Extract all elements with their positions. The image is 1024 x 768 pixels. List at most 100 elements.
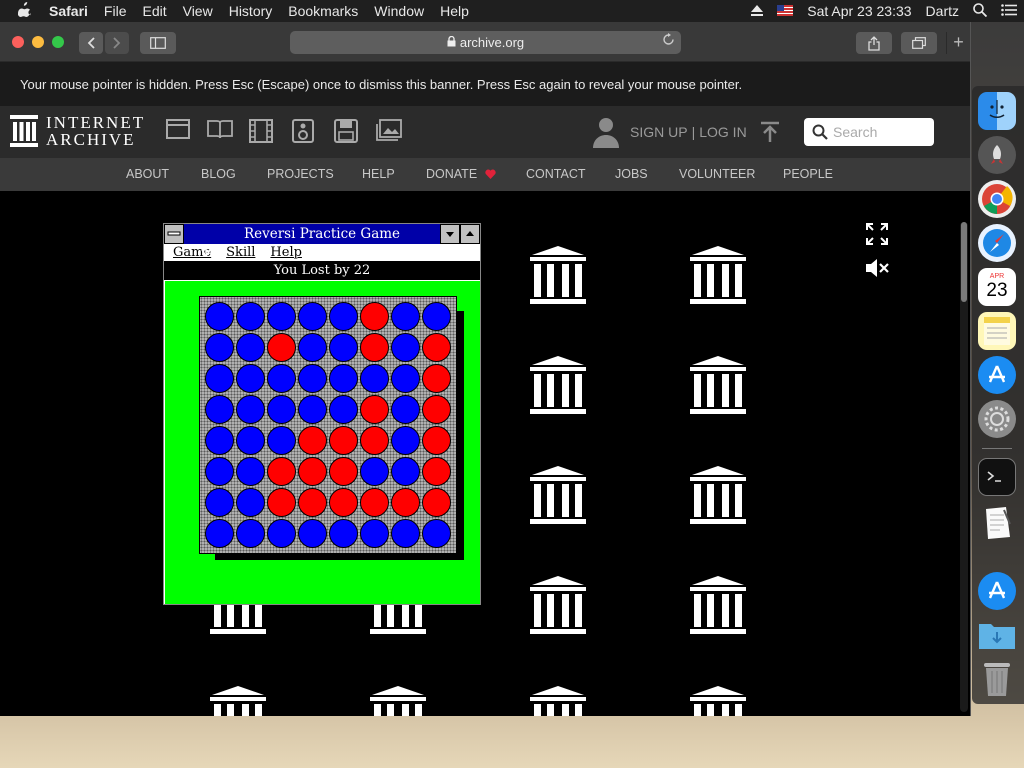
board-cell[interactable] — [235, 487, 266, 518]
board-cell[interactable] — [266, 363, 297, 394]
close-window-icon[interactable] — [12, 36, 24, 48]
share-button[interactable] — [856, 32, 892, 54]
nav-projects[interactable]: PROJECTS — [267, 167, 334, 181]
app-store-icon[interactable] — [978, 572, 1016, 610]
board-cell[interactable] — [328, 394, 359, 425]
nav-contact[interactable]: CONTACT — [526, 167, 586, 181]
maximize-icon[interactable] — [460, 224, 480, 244]
board-cell[interactable] — [235, 425, 266, 456]
eject-icon[interactable] — [744, 3, 770, 19]
board-cell[interactable] — [421, 363, 452, 394]
upload-icon[interactable] — [760, 121, 780, 148]
board-cell[interactable] — [328, 425, 359, 456]
clock[interactable]: Sat Apr 23 23:33 — [800, 3, 918, 19]
user-name[interactable]: Dartz — [919, 3, 966, 19]
board-cell[interactable] — [390, 363, 421, 394]
video-icon[interactable] — [249, 119, 273, 143]
board-cell[interactable] — [421, 394, 452, 425]
nav-volunteer[interactable]: VOLUNTEER — [679, 167, 755, 181]
board-cell[interactable] — [297, 518, 328, 549]
audio-icon[interactable] — [292, 119, 316, 143]
system-menu-icon[interactable] — [164, 224, 184, 244]
menu-bookmarks[interactable]: Bookmarks — [280, 3, 366, 19]
reversi-titlebar[interactable]: Reversi Practice Game — [164, 224, 480, 244]
board-cell[interactable] — [235, 518, 266, 549]
apple-menu-icon[interactable] — [0, 1, 41, 21]
minimize-icon[interactable] — [440, 224, 460, 244]
board-cell[interactable] — [359, 332, 390, 363]
search-input[interactable]: Search — [804, 118, 934, 146]
board-cell[interactable] — [266, 518, 297, 549]
menu-skill[interactable]: Skill — [226, 245, 255, 260]
zoom-window-icon[interactable] — [52, 36, 64, 48]
calendar-icon[interactable]: APR 23 — [978, 268, 1016, 306]
notes-icon[interactable] — [978, 312, 1016, 350]
address-bar[interactable]: archive.org — [290, 31, 681, 54]
software-icon[interactable] — [334, 119, 358, 143]
notification-center-icon[interactable] — [994, 3, 1024, 19]
textedit-icon[interactable] — [978, 504, 1016, 542]
menu-file[interactable]: File — [96, 3, 135, 19]
board-cell[interactable] — [390, 456, 421, 487]
board-cell[interactable] — [359, 394, 390, 425]
input-source-flag-icon[interactable] — [770, 3, 800, 19]
menu-help[interactable]: Help — [432, 3, 477, 19]
board-cell[interactable] — [421, 456, 452, 487]
board-cell[interactable] — [204, 301, 235, 332]
board-cell[interactable] — [204, 456, 235, 487]
board-cell[interactable] — [297, 456, 328, 487]
downloads-folder-icon[interactable] — [978, 616, 1016, 654]
board-cell[interactable] — [421, 518, 452, 549]
board-cell[interactable] — [297, 332, 328, 363]
board-cell[interactable] — [390, 332, 421, 363]
trash-icon[interactable] — [978, 660, 1016, 698]
board-cell[interactable] — [328, 518, 359, 549]
board-cell[interactable] — [390, 301, 421, 332]
board-cell[interactable] — [297, 425, 328, 456]
menu-history[interactable]: History — [221, 3, 281, 19]
menu-view[interactable]: View — [175, 3, 221, 19]
log-in-link[interactable]: LOG IN — [699, 124, 746, 140]
board-cell[interactable] — [204, 425, 235, 456]
board-cell[interactable] — [359, 425, 390, 456]
board-cell[interactable] — [235, 394, 266, 425]
tab-overview-button[interactable] — [901, 32, 937, 54]
ia-logo[interactable]: INTERNET ARCHIVE — [10, 114, 145, 148]
scrollbar-thumb[interactable] — [961, 222, 967, 302]
board-cell[interactable] — [266, 301, 297, 332]
board-cell[interactable] — [390, 425, 421, 456]
board-cell[interactable] — [235, 363, 266, 394]
texts-icon[interactable] — [207, 119, 233, 143]
nav-about[interactable]: ABOUT — [126, 167, 169, 181]
board-cell[interactable] — [204, 394, 235, 425]
board-cell[interactable] — [297, 363, 328, 394]
board-cell[interactable] — [328, 301, 359, 332]
back-button[interactable] — [79, 32, 103, 54]
board-cell[interactable] — [235, 456, 266, 487]
board-cell[interactable] — [204, 332, 235, 363]
board-cell[interactable] — [390, 487, 421, 518]
mute-icon[interactable] — [864, 257, 890, 284]
board-cell[interactable] — [266, 332, 297, 363]
board-cell[interactable] — [328, 456, 359, 487]
board-cell[interactable] — [235, 301, 266, 332]
board-cell[interactable] — [266, 456, 297, 487]
minimize-window-icon[interactable] — [32, 36, 44, 48]
board-cell[interactable] — [390, 394, 421, 425]
nav-help[interactable]: HELP — [362, 167, 395, 181]
board-cell[interactable] — [359, 301, 390, 332]
fullscreen-icon[interactable] — [866, 223, 888, 250]
board-cell[interactable] — [328, 363, 359, 394]
board-cell[interactable] — [266, 425, 297, 456]
board-cell[interactable] — [266, 487, 297, 518]
board-cell[interactable] — [421, 487, 452, 518]
page-scrollbar[interactable] — [960, 222, 968, 712]
board-cell[interactable] — [421, 425, 452, 456]
nav-jobs[interactable]: JOBS — [615, 167, 648, 181]
nav-people[interactable]: PEOPLE — [783, 167, 833, 181]
terminal-icon[interactable] — [978, 458, 1016, 496]
sidebar-toggle-button[interactable] — [140, 32, 176, 54]
user-avatar-icon[interactable] — [592, 116, 620, 148]
reversi-board[interactable] — [199, 296, 457, 554]
board-cell[interactable] — [204, 518, 235, 549]
